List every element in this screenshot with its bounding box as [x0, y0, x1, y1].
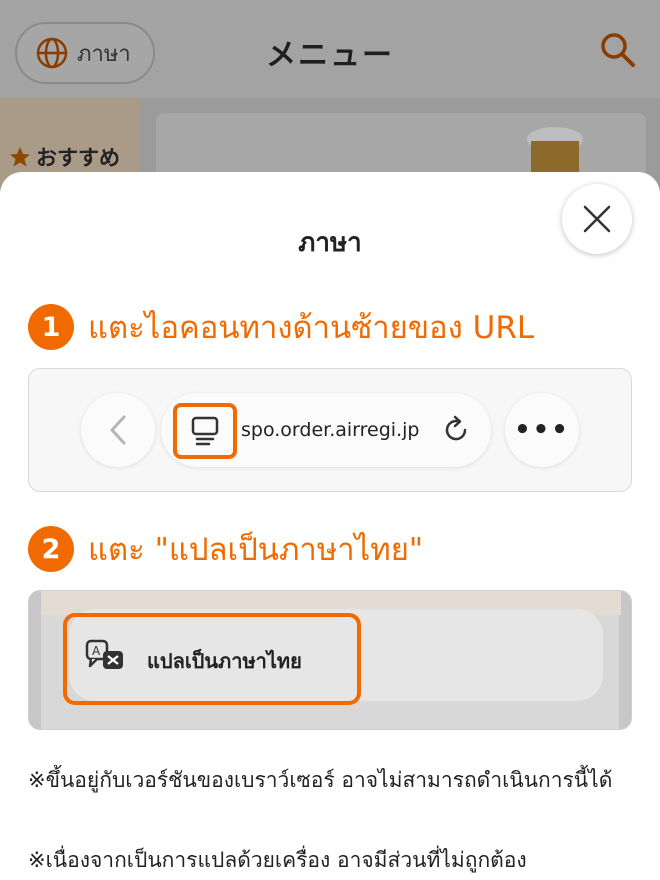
- step-2-number: 2: [28, 526, 74, 572]
- chevron-left-icon: [110, 415, 126, 445]
- translate-icon: A: [85, 639, 123, 669]
- search-icon[interactable]: [598, 30, 638, 70]
- page-reader-icon: [191, 416, 219, 446]
- note-2: ※เนื่องจากเป็นการแปลด้วยเครื่อง อาจมีส่ว…: [28, 848, 527, 872]
- step-1-number: 1: [28, 304, 74, 350]
- translate-option-label: แปลเป็นภาษาไทย: [147, 649, 302, 673]
- step-2: 2 แตะ "แปลเป็นภาษาไทย": [28, 524, 423, 574]
- step-1-text: แตะไอคอนทางด้านซ้ายของ URL: [88, 310, 535, 346]
- note-1: ※ขึ้นอยู่กับเวอร์ชันของเบราว์เซอร์ อาจไม…: [28, 768, 613, 792]
- svg-text:A: A: [92, 644, 101, 658]
- browser-toolbar-illustration: spo.order.airregi.jp •••: [28, 368, 632, 492]
- star-icon: [10, 147, 30, 167]
- illustration-edge-left: [29, 591, 41, 729]
- more-icon: •••: [505, 393, 579, 467]
- url-text: spo.order.airregi.jp: [241, 419, 420, 441]
- step-1: 1 แตะไอคอนทางด้านซ้ายของ URL: [28, 302, 534, 352]
- sidebar-item-label: おすすめ: [36, 146, 120, 170]
- translate-menu-illustration: A แปลเป็นภาษาไทย: [28, 590, 632, 730]
- page-menu-highlight: [173, 403, 237, 459]
- back-button-illustration: [81, 393, 155, 467]
- step-2-text: แตะ "แปลเป็นภาษาไทย": [88, 532, 424, 568]
- page-title: メニュー: [266, 38, 394, 73]
- reload-icon: [445, 415, 467, 441]
- sidebar-item-recommended[interactable]: おすすめ: [8, 142, 120, 172]
- sheet-title: ภาษา: [298, 228, 362, 258]
